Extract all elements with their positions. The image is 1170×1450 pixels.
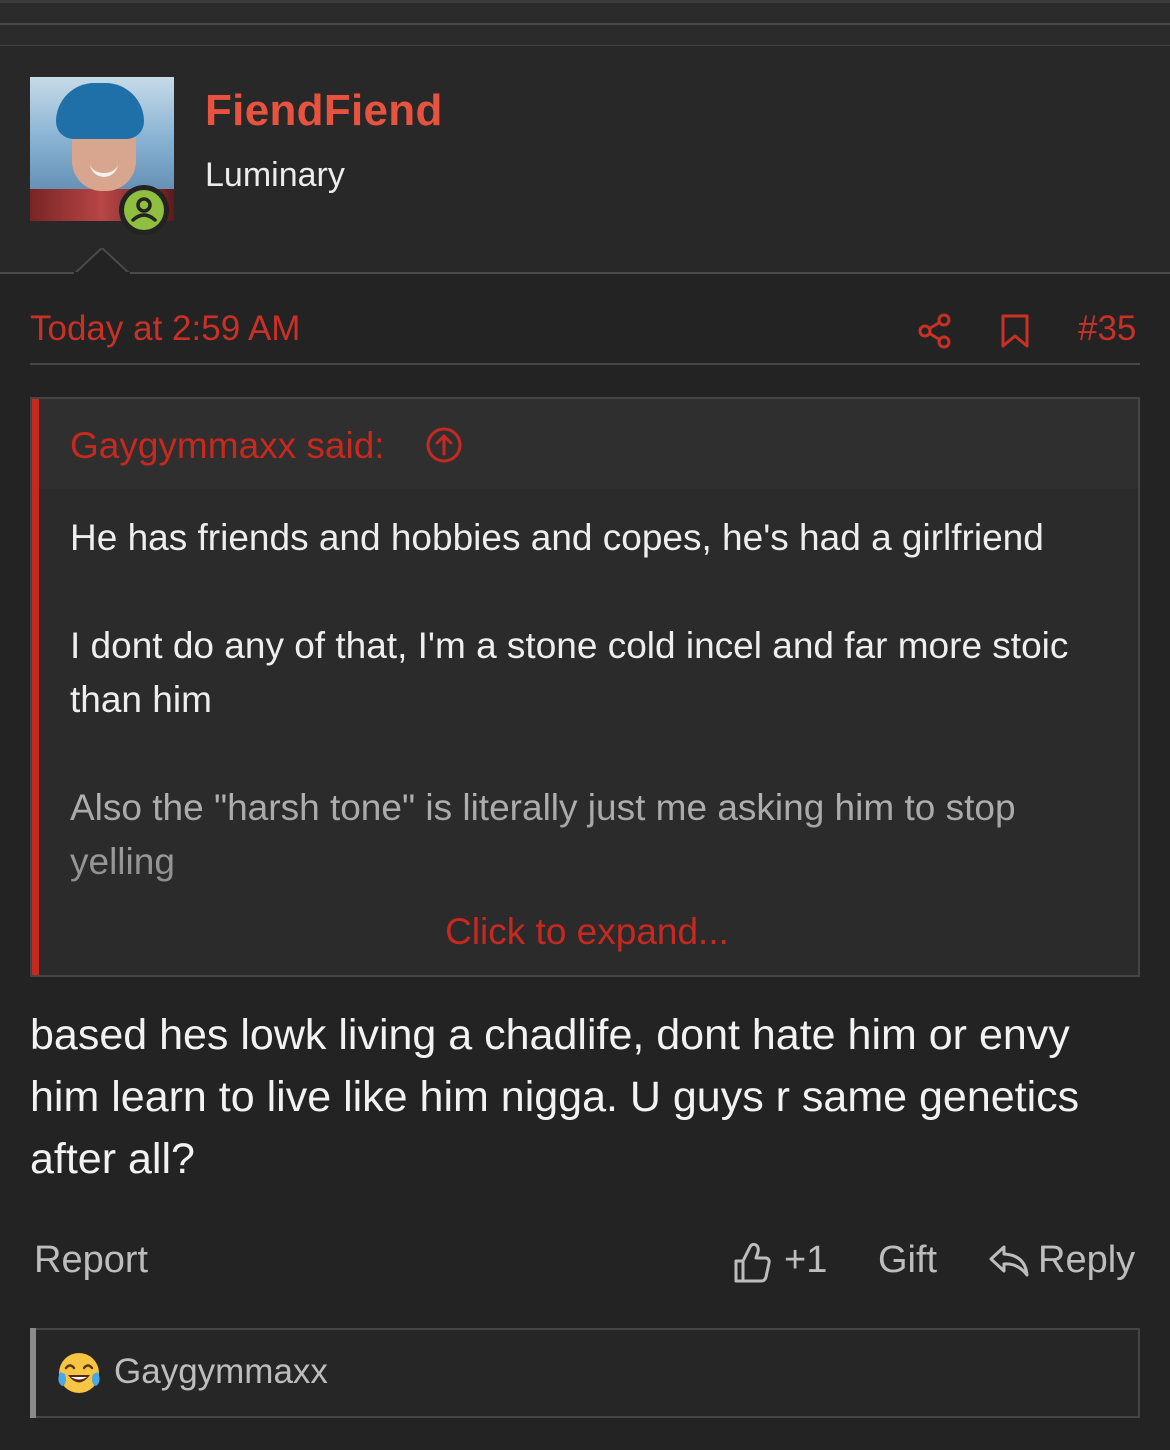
post-message: based hes lowk living a chadlife, dont h… [30,1011,1080,1183]
share-icon[interactable] [918,313,952,354]
bookmark-icon[interactable] [1000,313,1030,354]
post-number-link[interactable]: #35 [1078,309,1136,349]
quote-author-link[interactable]: Gaygymmaxx said: [70,425,385,467]
gift-button[interactable]: Gift [878,1239,937,1282]
reaction-user-list[interactable]: Gaygymmaxx [114,1352,328,1392]
quote-paragraph: He has friends and hobbies and copes, he… [70,517,1044,558]
post-author-block [0,46,1170,274]
post-actions: Report +1 Gift Reply [30,1235,1140,1295]
username-link[interactable]: FiendFiend [205,86,443,136]
reactions-accent-bar [30,1328,36,1418]
top-band [0,0,1170,47]
quote-block: Gaygymmaxx said: He has friends and hobb… [30,397,1140,977]
divider [0,23,1170,25]
post-timestamp[interactable]: Today at 2:59 AM [30,309,300,349]
click-to-expand-link[interactable]: Click to expand... [32,911,1138,953]
quote-content: He has friends and hobbies and copes, he… [70,511,1120,889]
user-title: Luminary [205,156,345,194]
quote-paragraph: Also the "harsh tone" is literally just … [70,787,1016,882]
quote-paragraph: I dont do any of that, I'm a stone cold … [70,625,1069,720]
report-button[interactable]: Report [34,1239,148,1282]
online-status-icon [119,185,169,235]
divider [0,272,1170,274]
divider [30,363,1140,365]
reactions-bar[interactable]: Gaygymmaxx [30,1328,1140,1418]
post-meta: Today at 2:59 AM #35 [30,305,1140,363]
crying-laughing-emoji-icon [56,1350,102,1401]
like-count: +1 [784,1239,828,1281]
reply-label: Reply [1038,1239,1136,1281]
jump-to-quote-icon[interactable] [424,425,464,470]
quote-accent-bar [32,399,39,975]
